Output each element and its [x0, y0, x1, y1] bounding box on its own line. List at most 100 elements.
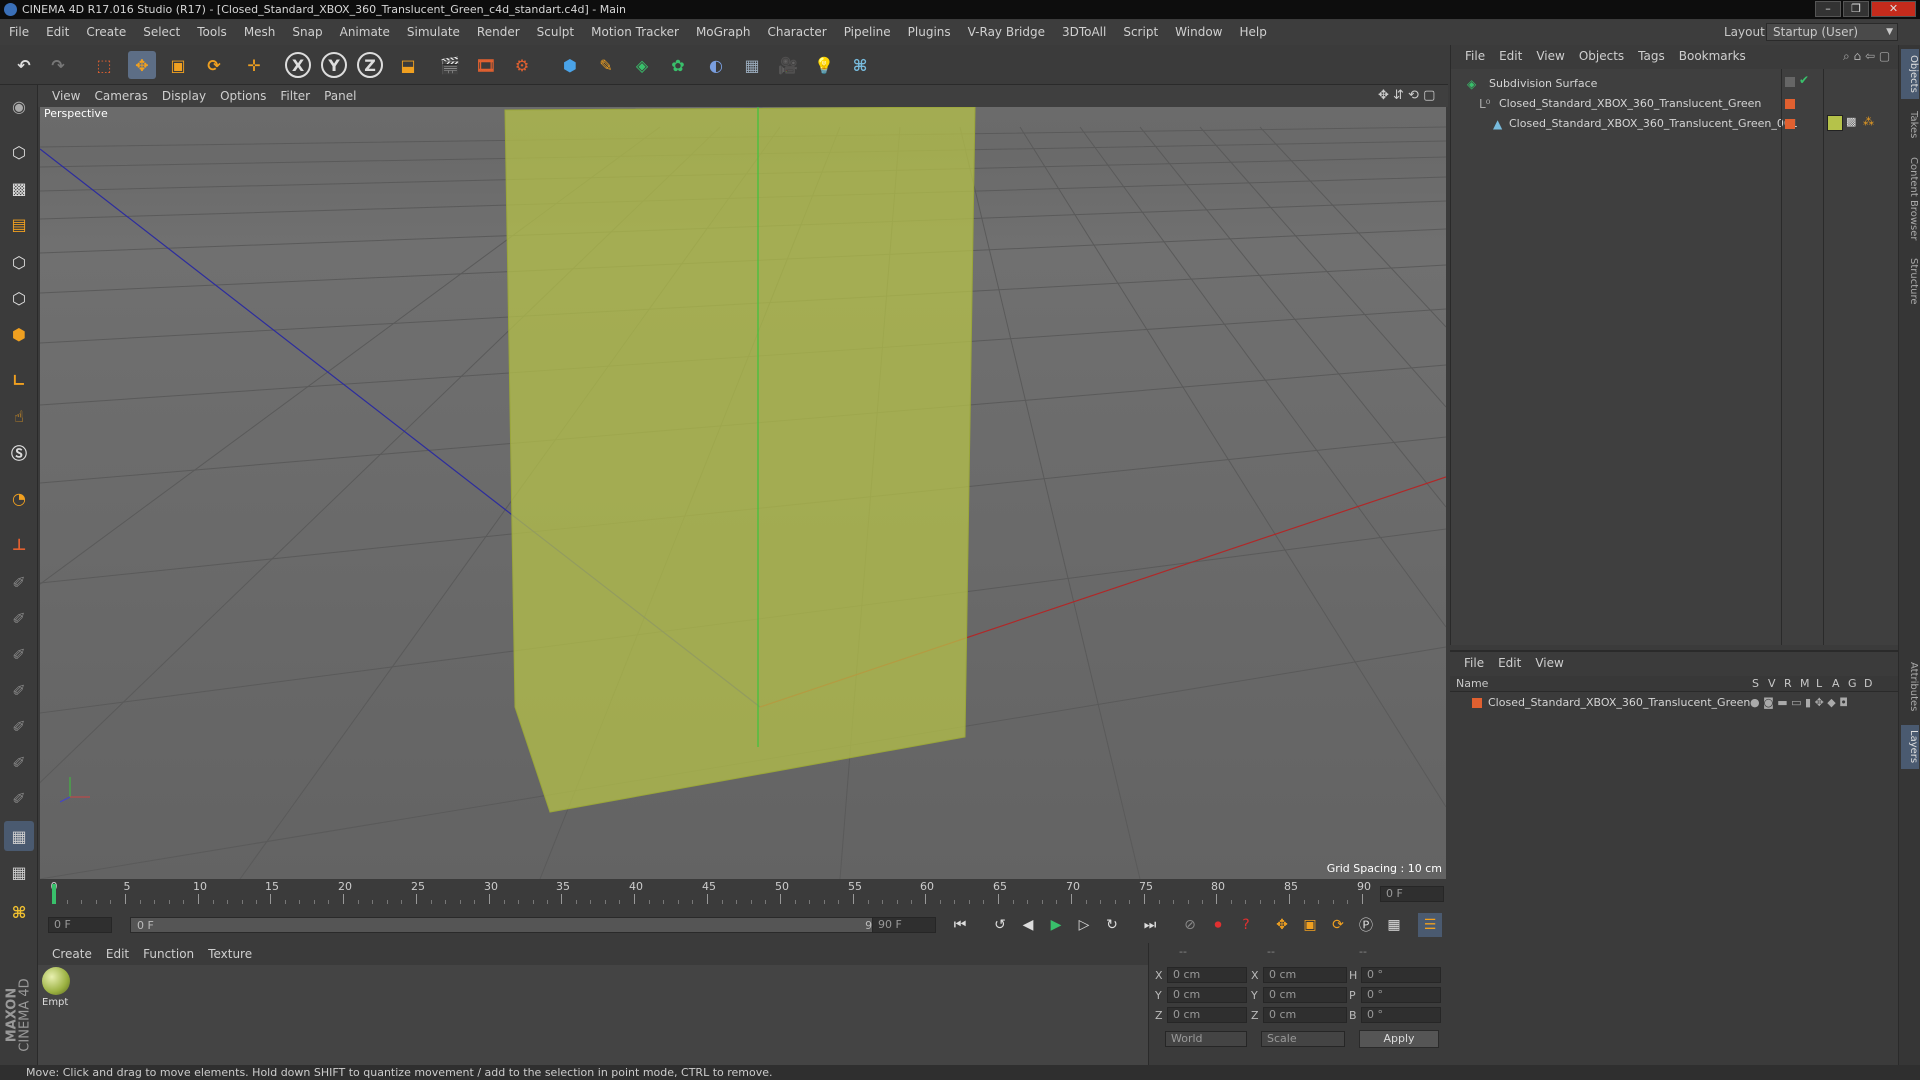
key-param-icon[interactable]: Ⓟ [1354, 913, 1378, 937]
magnet-icon[interactable]: ◔ [4, 483, 34, 513]
layer-row[interactable]: Closed_Standard_XBOX_360_Translucent_Gre… [1450, 694, 1898, 712]
timeline-menu-icon[interactable]: ☰ [1418, 913, 1442, 937]
key-scale-icon[interactable]: ▣ [1298, 913, 1322, 937]
brush-tool-5-icon[interactable]: ✐ [4, 711, 34, 741]
python-script-icon[interactable]: ⌘ [4, 897, 34, 927]
menu-3dtoall[interactable]: 3DToAll [1062, 25, 1106, 39]
brush-tool-1-icon[interactable]: ✐ [4, 567, 34, 597]
scale-icon[interactable]: ▣ [164, 51, 192, 79]
xbox-case-object[interactable] [504, 107, 976, 813]
viewport-menu-view[interactable]: View [52, 89, 80, 103]
play-icon[interactable]: ▶ [1044, 913, 1068, 937]
brush-tool-7-icon[interactable]: ✐ [4, 783, 34, 813]
object-row[interactable]: ◈ Subdivision Surface [1451, 75, 1781, 93]
next-key-icon[interactable]: ↻ [1100, 913, 1124, 937]
start-frame-field[interactable]: 0 F [48, 917, 112, 933]
object-menu-view[interactable]: View [1536, 49, 1564, 63]
autokey-icon[interactable]: ? [1234, 913, 1258, 937]
menu-pipeline[interactable]: Pipeline [844, 25, 891, 39]
rot-p-field[interactable]: 0 ° [1361, 987, 1441, 1003]
rotate-icon[interactable]: ⟳ [200, 51, 228, 79]
menu-help[interactable]: Help [1239, 25, 1266, 39]
go-to-end-icon[interactable]: ⏭ [1138, 913, 1162, 937]
layout-dropdown[interactable]: Startup (User) ▼ [1766, 23, 1898, 41]
layer-menu-edit[interactable]: Edit [1498, 656, 1521, 670]
deformer-icon[interactable]: ◐ [702, 51, 730, 79]
phong-tag-icon[interactable]: ⁂ [1863, 115, 1874, 128]
redo-icon[interactable]: ↷ [44, 51, 72, 79]
key-rotation-icon[interactable]: ⟳ [1326, 913, 1350, 937]
size-mode-dropdown[interactable]: Scale [1261, 1031, 1345, 1047]
apply-button[interactable]: Apply [1359, 1030, 1439, 1048]
layer-color-icon[interactable] [1785, 119, 1795, 129]
edges-mode-icon[interactable]: ⬡ [4, 283, 34, 313]
spline-pen-icon[interactable]: ✎ [592, 51, 620, 79]
brush-tool-2-icon[interactable]: ✐ [4, 603, 34, 633]
x-axis-icon[interactable]: X [285, 52, 311, 78]
tab-objects[interactable]: Objects [1901, 49, 1919, 99]
playhead[interactable] [52, 884, 56, 904]
sculpt-grid-icon[interactable]: ▦ [4, 857, 34, 887]
pos-z-field[interactable]: 0 cm [1167, 1007, 1247, 1023]
render-picture-viewer-icon[interactable]: 🎞 [472, 51, 500, 79]
size-x-field[interactable]: 0 cm [1263, 967, 1347, 983]
subdivision-icon[interactable]: ◈ [628, 51, 656, 79]
record-icon[interactable]: ⏺ [1206, 913, 1230, 937]
menu-plugins[interactable]: Plugins [908, 25, 951, 39]
layer-menu-file[interactable]: File [1464, 656, 1484, 670]
layer-color-icon[interactable] [1785, 99, 1795, 109]
polygons-mode-icon[interactable]: ⬢ [4, 319, 34, 349]
layer-flag-icons[interactable]: ● ◙ ▬ ▭ ▮ ✥ ◆ ◘ [1750, 694, 1848, 712]
visibility-toggle-icon[interactable] [1785, 77, 1795, 87]
recent-tool-icon[interactable]: ✛ [240, 51, 268, 79]
menu-animate[interactable]: Animate [340, 25, 390, 39]
frame-range-slider[interactable]: 0 F 90 F [130, 917, 900, 933]
viewport-menu-filter[interactable]: Filter [280, 89, 310, 103]
previous-key-icon[interactable]: ↺ [988, 913, 1012, 937]
object-menu-edit[interactable]: Edit [1499, 49, 1522, 63]
object-row[interactable]: ▲ Closed_Standard_XBOX_360_Translucent_G… [1451, 115, 1798, 133]
menu-file[interactable]: File [9, 25, 29, 39]
material-tag-icon[interactable] [1827, 115, 1843, 131]
menu-sculpt[interactable]: Sculpt [537, 25, 574, 39]
texture-tag-icon[interactable]: ▩ [1846, 115, 1856, 128]
points-mode-icon[interactable]: ⬡ [4, 247, 34, 277]
python-icon[interactable]: ⌘ [846, 51, 874, 79]
undo-icon[interactable]: ↶ [10, 51, 38, 79]
tab-takes[interactable]: Takes [1901, 105, 1919, 145]
current-frame-field[interactable]: 0 F [1380, 886, 1444, 902]
restore-button[interactable]: ❐ [1843, 1, 1869, 17]
menu-select[interactable]: Select [143, 25, 180, 39]
pos-x-field[interactable]: 0 cm [1167, 967, 1247, 983]
record-mode-icon[interactable]: ⊘ [1178, 913, 1202, 937]
menu-mesh[interactable]: Mesh [244, 25, 276, 39]
axis-lock-icon[interactable]: ⊥ [4, 529, 34, 559]
menu-vray-bridge[interactable]: V-Ray Bridge [968, 25, 1045, 39]
viewport-menu-panel[interactable]: Panel [324, 89, 356, 103]
viewport-menu-options[interactable]: Options [220, 89, 266, 103]
enabled-check-icon[interactable]: ✔ [1799, 73, 1809, 87]
material-menu-create[interactable]: Create [52, 947, 92, 961]
pos-y-field[interactable]: 0 cm [1167, 987, 1247, 1003]
menu-simulate[interactable]: Simulate [407, 25, 460, 39]
cloner-icon[interactable]: ✿ [664, 51, 692, 79]
camera-icon[interactable]: 🎥 [774, 51, 802, 79]
paint-icon[interactable]: ▦ [4, 821, 34, 851]
material-menu-function[interactable]: Function [143, 947, 194, 961]
live-select-icon[interactable]: ⬚ [90, 51, 118, 79]
rot-h-field[interactable]: 0 ° [1361, 967, 1441, 983]
snap-icon[interactable]: Ⓢ [4, 437, 34, 467]
close-button[interactable]: ✕ [1871, 1, 1916, 17]
key-position-icon[interactable]: ✥ [1270, 913, 1294, 937]
make-editable-icon[interactable]: ◉ [4, 91, 34, 121]
layer-menu-view[interactable]: View [1535, 656, 1563, 670]
menu-edit[interactable]: Edit [46, 25, 69, 39]
material-menu-edit[interactable]: Edit [106, 947, 129, 961]
next-frame-icon[interactable]: ▷ [1072, 913, 1096, 937]
material-menu-texture[interactable]: Texture [208, 947, 252, 961]
brush-tool-4-icon[interactable]: ✐ [4, 675, 34, 705]
y-axis-icon[interactable]: Y [321, 52, 347, 78]
coord-mode-dropdown[interactable]: World [1165, 1031, 1247, 1047]
object-menu-bookmarks[interactable]: Bookmarks [1679, 49, 1746, 63]
viewport-menu-cameras[interactable]: Cameras [94, 89, 147, 103]
